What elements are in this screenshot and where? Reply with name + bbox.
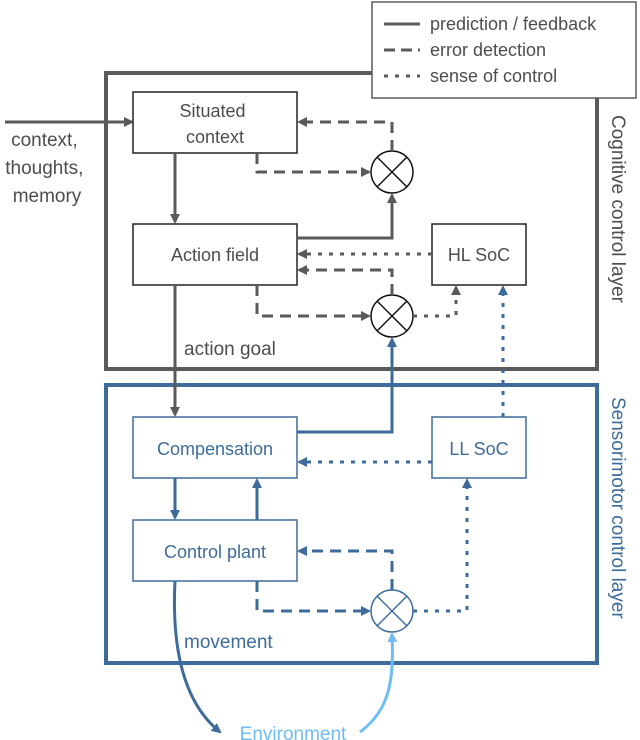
legend-label-prediction: prediction / feedback	[430, 14, 597, 34]
edge-comparator-middle-to-hlsoc	[413, 285, 461, 318]
sensorimotor-layer-label: Sensorimotor control layer	[607, 397, 628, 619]
edge-environment-to-comparator-lower	[359, 632, 398, 734]
edge-movement-to-environment	[172, 580, 222, 734]
cognitive-layer-label: Cognitive control layer	[607, 115, 628, 304]
input-label: context, thoughts, memory	[5, 130, 88, 207]
ll-soc-label: LL SoC	[449, 439, 508, 459]
movement-label: movement	[184, 632, 273, 653]
edge-action-to-comparator-upper	[297, 193, 397, 240]
edge-comparator-middle-to-action	[297, 265, 394, 295]
legend-label-soc: sense of control	[430, 66, 557, 86]
hl-soc-label: HL SoC	[448, 245, 510, 265]
comparator-lower	[370, 589, 414, 633]
edge-comparator-upper-to-context	[297, 117, 394, 151]
edge-comparator-lower-to-plant	[297, 546, 394, 590]
action-goal-label: action goal	[184, 339, 276, 360]
edge-action-to-comparator-middle	[255, 285, 371, 321]
legend: prediction / feedback error detection se…	[371, 1, 637, 99]
compensation-label: Compensation	[157, 439, 273, 459]
comparator-middle	[370, 294, 414, 338]
action-field-label: Action field	[171, 245, 259, 265]
comparator-upper	[370, 150, 414, 194]
diagram-canvas: Cognitive control layer Sensorimotor con…	[5, 1, 637, 740]
environment-label: Environment	[240, 724, 347, 740]
edge-comparator-lower-to-llsoc	[413, 478, 472, 613]
edge-plant-to-comparator-lower	[255, 581, 371, 616]
control-plant-label: Control plant	[164, 542, 266, 562]
edge-context-to-comparator-upper	[255, 153, 371, 177]
legend-label-error: error detection	[430, 40, 546, 60]
